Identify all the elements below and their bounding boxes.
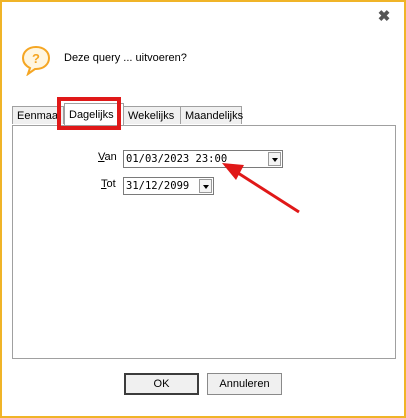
annotation-arrow-icon: [222, 163, 300, 214]
